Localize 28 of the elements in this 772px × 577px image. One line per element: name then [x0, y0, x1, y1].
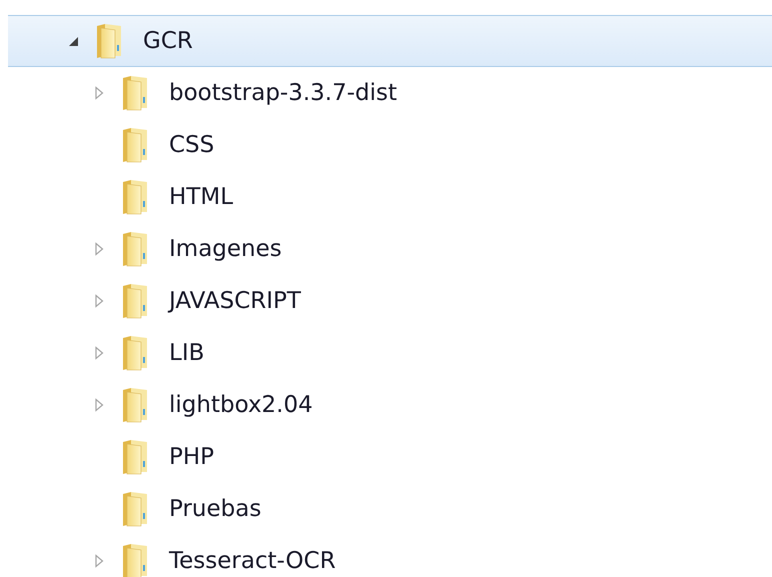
- expand-arrow-icon[interactable]: [93, 242, 105, 256]
- tree-item[interactable]: LIB: [8, 327, 772, 379]
- tree-item[interactable]: PHP: [8, 431, 772, 483]
- tree-item[interactable]: CSS: [8, 119, 772, 171]
- folder-name: Imagenes: [169, 236, 282, 262]
- expand-arrow-icon[interactable]: [93, 554, 105, 568]
- folder-name: Pruebas: [169, 496, 262, 522]
- tree-item[interactable]: Imagenes: [8, 223, 772, 275]
- folder-name: GCR: [143, 28, 193, 54]
- tree-item[interactable]: lightbox2.04: [8, 379, 772, 431]
- folder-name: HTML: [169, 184, 234, 210]
- tree-item[interactable]: bootstrap-3.3.7-dist: [8, 67, 772, 119]
- expand-arrow-icon[interactable]: [93, 294, 105, 308]
- folder-name: Tesseract-OCR: [169, 548, 336, 574]
- folder-name: PHP: [169, 444, 214, 470]
- folder-name: LIB: [169, 340, 204, 366]
- expand-arrow-icon[interactable]: [93, 346, 105, 360]
- tree-item[interactable]: Tesseract-OCR: [8, 535, 772, 577]
- expand-arrow-icon[interactable]: [93, 398, 105, 412]
- selected-tree-item[interactable]: GCR: [8, 15, 772, 67]
- folder-name: CSS: [169, 132, 214, 158]
- tree-item[interactable]: HTML: [8, 171, 772, 223]
- folder-name: JAVASCRIPT: [169, 288, 301, 314]
- expand-arrow-icon[interactable]: [93, 86, 105, 100]
- folder-name: lightbox2.04: [169, 392, 313, 418]
- tree-item[interactable]: JAVASCRIPT: [8, 275, 772, 327]
- tree-item[interactable]: Pruebas: [8, 483, 772, 535]
- folder-name: bootstrap-3.3.7-dist: [169, 80, 398, 106]
